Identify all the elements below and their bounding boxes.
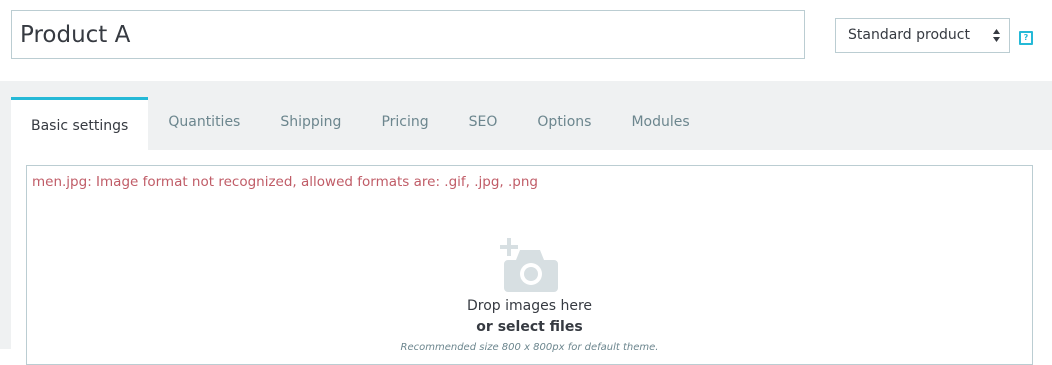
product-type-select[interactable]: Standard product bbox=[835, 18, 1010, 53]
image-dropzone[interactable]: men.jpg: Image format not recognized, al… bbox=[26, 165, 1033, 365]
tab-options[interactable]: Options bbox=[517, 97, 611, 150]
product-tabs: Basic settings Quantities Shipping Prici… bbox=[11, 97, 710, 150]
product-type-value: Standard product bbox=[848, 27, 970, 43]
select-arrows-icon bbox=[993, 29, 1000, 42]
tab-pricing[interactable]: Pricing bbox=[361, 97, 448, 150]
add-photo-icon[interactable] bbox=[500, 238, 560, 294]
image-size-hint: Recommended size 800 x 800px for default… bbox=[400, 342, 659, 353]
tab-quantities[interactable]: Quantities bbox=[148, 97, 260, 150]
product-header: Standard product ? bbox=[0, 0, 1052, 81]
image-error-message: men.jpg: Image format not recognized, al… bbox=[32, 174, 538, 190]
tab-seo[interactable]: SEO bbox=[449, 97, 518, 150]
help-icon[interactable]: ? bbox=[1019, 31, 1033, 45]
tab-basic-settings[interactable]: Basic settings bbox=[11, 97, 149, 150]
select-files-link[interactable]: or select files bbox=[27, 319, 1032, 335]
tab-modules[interactable]: Modules bbox=[611, 97, 709, 150]
tab-shipping[interactable]: Shipping bbox=[260, 97, 361, 150]
drop-images-text: Drop images here bbox=[466, 298, 593, 314]
product-name-input[interactable] bbox=[11, 10, 805, 59]
